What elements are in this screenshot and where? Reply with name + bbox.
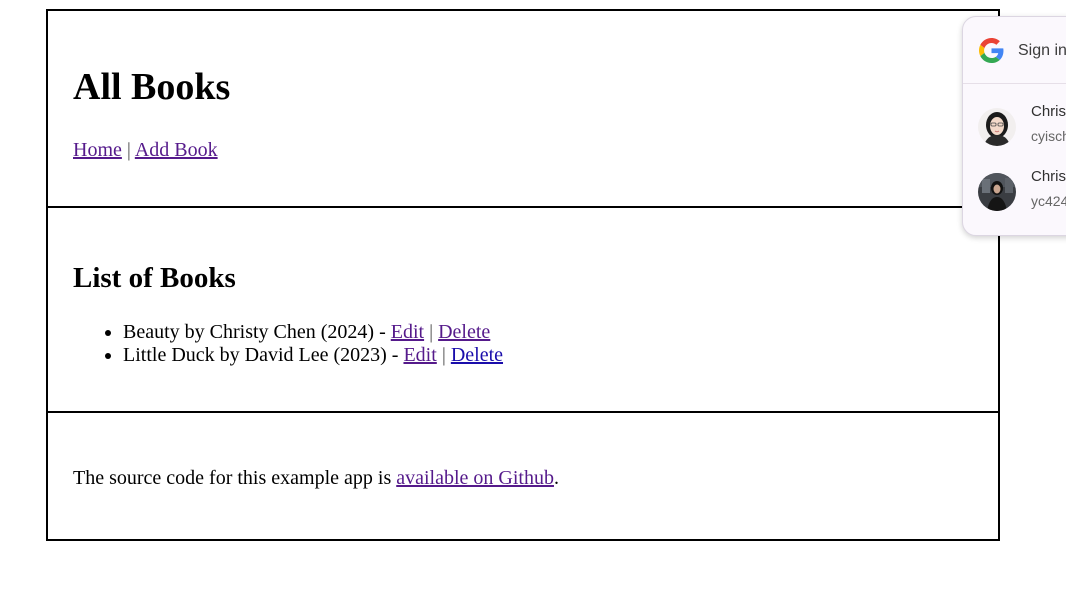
- book-text: Little Duck by David Lee (2023) -: [123, 344, 404, 366]
- action-separator: |: [441, 344, 446, 366]
- home-link[interactable]: Home: [73, 139, 122, 161]
- edit-link[interactable]: Edit: [391, 321, 424, 343]
- list-item: Beauty by Christy Chen (2024) - Edit | D…: [123, 321, 503, 344]
- account-name: Christ: [1031, 103, 1066, 120]
- page-title: All Books: [73, 66, 231, 108]
- account-item[interactable]: Christ yc424: [963, 166, 1066, 226]
- edit-link[interactable]: Edit: [403, 344, 436, 366]
- account-item[interactable]: Christ cyisch: [963, 101, 1066, 161]
- action-separator: |: [429, 321, 434, 343]
- list-title: List of Books: [73, 262, 236, 294]
- delete-link[interactable]: Delete: [438, 321, 490, 343]
- add-book-link[interactable]: Add Book: [135, 139, 218, 161]
- github-link[interactable]: available on Github: [396, 467, 554, 489]
- footer-section: The source code for this example app is …: [46, 411, 1000, 541]
- account-name: Christ: [1031, 168, 1066, 185]
- book-list: Beauty by Christy Chen (2024) - Edit | D…: [73, 321, 503, 367]
- list-item: Little Duck by David Lee (2023) - Edit |…: [123, 344, 503, 367]
- profile-photo-icon: [978, 108, 1016, 146]
- book-text: Beauty by Christy Chen (2024) -: [123, 321, 391, 343]
- account-email: yc424: [1031, 193, 1066, 209]
- account-email: cyisch: [1031, 128, 1066, 144]
- nav-separator: |: [126, 139, 131, 161]
- google-logo-icon: [979, 38, 1004, 63]
- profile-photo-icon: [978, 173, 1016, 211]
- footer-text-before: The source code for this example app is: [73, 467, 397, 489]
- popup-title: Sign in: [1018, 42, 1066, 59]
- google-signin-popup: Sign in Christ cyisch: [962, 16, 1066, 236]
- header-section: All Books Home | Add Book: [46, 9, 1000, 208]
- nav-bar: Home | Add Book: [73, 138, 218, 162]
- book-list-section: List of Books Beauty by Christy Chen (20…: [46, 204, 1000, 413]
- delete-link[interactable]: Delete: [451, 344, 503, 366]
- footer-text-after: .: [553, 467, 559, 489]
- popup-header: Sign in: [963, 17, 1066, 84]
- footer-text: The source code for this example app is …: [73, 466, 559, 490]
